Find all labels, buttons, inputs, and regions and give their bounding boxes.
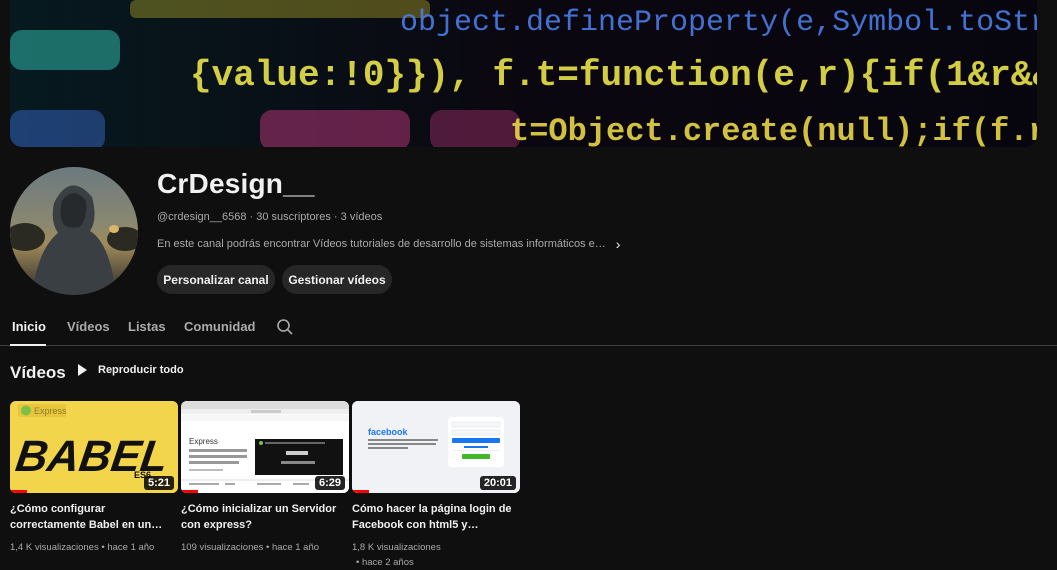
watch-progress-bar bbox=[352, 490, 369, 493]
video-duration: 20:01 bbox=[479, 476, 516, 490]
subscriber-count: 30 suscriptores bbox=[256, 211, 331, 223]
video-meta: 1,8 K visualizaciones • hace 2 años bbox=[352, 540, 512, 570]
video-meta: 109 visualizaciones • hace 1 año bbox=[181, 542, 320, 553]
thumb-facebook-text: facebook bbox=[368, 427, 409, 437]
active-tab-indicator bbox=[10, 344, 46, 346]
channel-banner: object.defineProperty(e,Symbol.toStringT… bbox=[10, 0, 1037, 147]
video-age: hace 1 año bbox=[107, 542, 155, 553]
banner-code-line-3: t=Object.create(null);if(f.r(t),Object.d… bbox=[510, 113, 1037, 147]
thumb-express-text: Express bbox=[189, 437, 218, 446]
meta-separator: · bbox=[333, 211, 341, 223]
watch-progress-bar bbox=[181, 490, 198, 493]
tab-videos[interactable]: Vídeos bbox=[67, 319, 110, 334]
channel-description-text: En este canal podrás encontrar Vídeos tu… bbox=[157, 238, 606, 250]
video-thumbnail[interactable]: Express 6:29 bbox=[181, 401, 349, 493]
manage-videos-button[interactable]: Gestionar vídeos bbox=[282, 265, 392, 294]
customize-channel-button[interactable]: Personalizar canal bbox=[157, 265, 275, 294]
channel-avatar[interactable] bbox=[10, 167, 138, 295]
video-card[interactable]: Express BABEL ES6 5:21 ¿Cómo configurar … bbox=[10, 401, 178, 555]
video-thumbnail[interactable]: facebook 20:01 bbox=[352, 401, 520, 493]
video-views: 1,4 K visualizaciones bbox=[10, 542, 99, 553]
channel-name: CrDesign__ bbox=[157, 168, 315, 199]
video-duration: 6:29 bbox=[314, 476, 345, 490]
banner-code-line-1: object.defineProperty(e,Symbol.toStringT… bbox=[400, 6, 1037, 40]
video-title[interactable]: ¿Cómo configurar correctamente Babel en … bbox=[10, 501, 170, 533]
channel-description[interactable]: En este canal podrás encontrar Vídeos tu… bbox=[157, 236, 620, 252]
channel-handle: @crdesign__6568 bbox=[157, 211, 247, 223]
video-title[interactable]: ¿Cómo inicializar un Servidor con expres… bbox=[181, 501, 341, 533]
video-card[interactable]: Express 6:29 ¿Cómo inicializar un Servid… bbox=[181, 401, 349, 555]
tab-listas[interactable]: Listas bbox=[128, 319, 166, 334]
tab-comunidad[interactable]: Comunidad bbox=[184, 319, 256, 334]
video-duration: 5:21 bbox=[143, 476, 174, 490]
channel-meta: @crdesign__6568 · 30 suscriptores · 3 ví… bbox=[157, 211, 382, 223]
channel-tabs: Inicio Vídeos Listas Comunidad bbox=[0, 310, 1057, 346]
play-icon bbox=[78, 364, 87, 376]
video-count: 3 vídeos bbox=[340, 211, 383, 223]
banner-code-line-2: {value:!0}}), f.t=function(e,r){if(1&r&&… bbox=[190, 55, 1037, 96]
video-card[interactable]: facebook 20:01 Cómo hacer la página logi… bbox=[352, 401, 520, 570]
video-views: 1,8 K visualizaciones bbox=[352, 542, 441, 553]
video-thumbnail[interactable]: Express BABEL ES6 5:21 bbox=[10, 401, 178, 493]
chevron-right-icon[interactable]: › bbox=[616, 236, 621, 252]
video-meta: 1,4 K visualizaciones • hace 1 año bbox=[10, 542, 155, 553]
tab-inicio[interactable]: Inicio bbox=[12, 319, 46, 334]
video-views: 109 visualizaciones bbox=[181, 542, 264, 553]
video-title[interactable]: Cómo hacer la página login de Facebook c… bbox=[352, 501, 512, 533]
thumb-tag-express: Express bbox=[34, 406, 67, 416]
play-all-button[interactable]: Reproducir todo bbox=[78, 364, 184, 376]
video-age: hace 1 año bbox=[272, 542, 320, 553]
watch-progress-bar bbox=[10, 490, 27, 493]
search-icon[interactable] bbox=[276, 318, 294, 336]
play-all-label: Reproducir todo bbox=[98, 364, 184, 376]
section-title: Vídeos bbox=[10, 363, 66, 382]
